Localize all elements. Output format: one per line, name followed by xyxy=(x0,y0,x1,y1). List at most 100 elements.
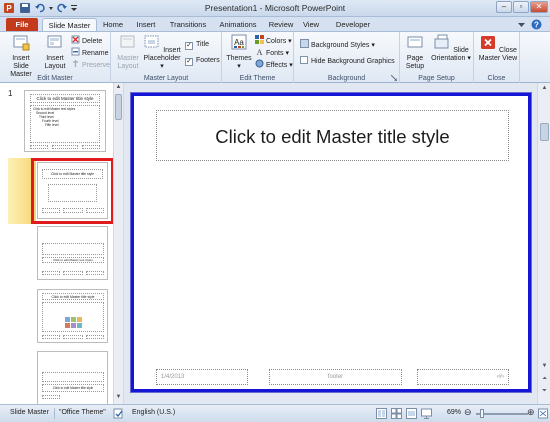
tab-view[interactable]: View xyxy=(300,18,322,32)
thumb-title-placeholder xyxy=(42,243,104,255)
thumb-date-placeholder xyxy=(42,271,60,275)
themes-button[interactable]: Aa Themes ▾ xyxy=(225,34,253,71)
thumb-date-placeholder xyxy=(30,145,48,149)
insert-placeholder-icon xyxy=(144,35,159,48)
fonts-button[interactable]: A Fonts ▾ xyxy=(255,47,289,57)
group-edit-theme: Aa Themes ▾ Colors ▾ A Fonts ▾ Effects ▾ E… xyxy=(222,32,294,83)
background-styles-button[interactable]: Background Styles ▾ xyxy=(300,39,375,49)
close-master-view-button[interactable]: Close Master View xyxy=(478,34,518,63)
colors-button[interactable]: Colors ▾ xyxy=(255,35,292,45)
tab-insert[interactable]: Insert xyxy=(133,18,159,32)
group-label-close: Close xyxy=(487,75,506,82)
group-label-master-layout: Master Layout xyxy=(143,75,189,82)
thumbnail-scroll-thumb[interactable] xyxy=(115,94,122,120)
status-language[interactable]: English (U.S.) xyxy=(132,409,175,416)
rename-icon xyxy=(71,47,80,56)
tab-slide-master[interactable]: Slide Master xyxy=(42,18,97,32)
thumb-text-placeholder: Click to edit Master text styles xyxy=(42,257,104,263)
thumb-footer-placeholder xyxy=(63,271,83,275)
effects-button[interactable]: Effects ▾ xyxy=(255,59,293,69)
zoom-out-icon[interactable]: ⊖ xyxy=(464,407,472,418)
footers-checkbox[interactable]: ✓ Footers xyxy=(185,56,220,66)
background-styles-icon xyxy=(300,39,309,48)
slide-thumbnail-pane: 1 Click to edit Master title style Click… xyxy=(0,83,123,404)
minimize-ribbon-icon[interactable] xyxy=(517,20,526,29)
fit-slide-to-window-icon[interactable] xyxy=(538,408,548,419)
ribbon: Insert Slide Master Insert Layout Delete… xyxy=(0,31,550,83)
scroll-down-icon[interactable]: ▼ xyxy=(540,363,549,369)
insert-layout-icon xyxy=(47,35,62,48)
tab-home[interactable]: Home xyxy=(99,18,127,32)
date-placeholder[interactable]: 1/4/2013 xyxy=(156,369,248,385)
minimize-button[interactable]: – xyxy=(496,1,512,13)
slide-sorter-view-icon[interactable] xyxy=(391,408,402,419)
hide-background-graphics-box[interactable] xyxy=(300,56,308,64)
slide-orientation-button[interactable]: Slide Orientation ▾ xyxy=(430,34,472,63)
thumb-footer-placeholder xyxy=(63,208,83,213)
svg-text:Aa: Aa xyxy=(234,38,244,47)
master-title-placeholder[interactable]: Click to edit Master title style xyxy=(156,110,509,161)
scroll-up-icon[interactable]: ▲ xyxy=(115,84,122,92)
next-slide-icon[interactable]: ⏷ xyxy=(540,388,549,395)
title-checkbox-box[interactable]: ✓ xyxy=(185,42,193,50)
thumb-footer-placeholder xyxy=(52,145,78,149)
previous-slide-icon[interactable]: ⏶ xyxy=(540,376,549,383)
master-layout-button[interactable]: Master Layout xyxy=(114,34,142,71)
thumb-body-placeholder: Click to edit Master text styles Second … xyxy=(30,105,100,143)
group-label-background: Background xyxy=(327,75,366,82)
footer-placeholder[interactable]: footer xyxy=(269,369,402,385)
thumb-subtitle-placeholder xyxy=(48,184,97,202)
dialog-launcher-icon[interactable] xyxy=(391,75,397,81)
status-theme-name[interactable]: "Office Theme" xyxy=(59,409,106,416)
scroll-down-icon[interactable]: ▼ xyxy=(115,394,122,402)
insert-placeholder-button[interactable]: Insert Placeholder ▾ xyxy=(142,34,182,71)
tab-review[interactable]: Review xyxy=(266,18,296,32)
normal-view-icon[interactable] xyxy=(376,408,387,419)
restore-button[interactable]: ▫ xyxy=(513,1,529,13)
tab-developer[interactable]: Developer xyxy=(332,18,374,32)
slide-scrollbar[interactable]: ▲ ▼ ⏶ ⏷ xyxy=(537,83,550,404)
window-title: Presentation1 - Microsoft PowerPoint xyxy=(204,3,346,13)
layout-thumbnail-section-header[interactable]: Click to edit Master text styles xyxy=(37,226,108,280)
close-window-button[interactable]: ✕ xyxy=(530,1,548,13)
colors-icon xyxy=(255,35,264,44)
footers-checkbox-box[interactable]: ✓ xyxy=(185,58,193,66)
layout-thumbnail-section[interactable]: Click to edit Master title style xyxy=(37,351,108,404)
thumb-number-placeholder xyxy=(86,208,104,213)
hide-background-graphics-checkbox[interactable]: Hide Background Graphics xyxy=(300,56,395,66)
zoom-slider-thumb[interactable] xyxy=(480,409,484,418)
fonts-icon: A xyxy=(257,48,263,57)
thumb-date-placeholder xyxy=(42,208,60,213)
spell-check-icon[interactable] xyxy=(113,408,124,419)
tab-file[interactable]: File xyxy=(6,18,38,32)
zoom-level[interactable]: 69% xyxy=(447,409,461,416)
title-checkbox[interactable]: ✓ Title xyxy=(185,40,209,50)
ribbon-tab-row: File Slide Master Home Insert Transition… xyxy=(0,17,550,32)
insert-layout-button[interactable]: Insert Layout xyxy=(42,34,68,71)
reading-view-icon[interactable] xyxy=(406,408,417,419)
thumb-title-placeholder: Click to edit Master title style xyxy=(42,384,104,392)
help-icon[interactable]: ? xyxy=(531,19,542,30)
delete-button[interactable]: Delete xyxy=(71,35,102,45)
tab-animations[interactable]: Animations xyxy=(216,18,260,32)
thumbnail-scrollbar[interactable]: ▲ ▼ xyxy=(113,83,123,404)
thumb-title-placeholder: Click to edit Master title style xyxy=(42,293,104,300)
rename-button[interactable]: Rename xyxy=(71,47,108,57)
slide-orientation-icon xyxy=(434,34,449,49)
preserve-pin-icon xyxy=(73,60,78,67)
tab-transitions[interactable]: Transitions xyxy=(166,18,210,32)
slide-number-placeholder[interactable]: ‹#› xyxy=(417,369,509,385)
group-background: Background Styles ▾ Hide Background Grap… xyxy=(294,32,400,83)
slide-canvas[interactable]: Click to edit Master title style 1/4/201… xyxy=(130,92,532,393)
layout-thumbnail-title-slide[interactable]: Click to edit Master title style xyxy=(37,162,108,219)
layout-thumbnail-title-content[interactable]: Click to edit Master title style xyxy=(37,289,108,343)
slide-show-view-icon[interactable] xyxy=(421,408,432,419)
thumb-body-placeholder xyxy=(42,372,104,382)
zoom-in-icon[interactable]: ⊕ xyxy=(527,407,535,418)
slide-master-thumbnail[interactable]: Click to edit Master title style Click t… xyxy=(24,90,106,152)
slide-scroll-thumb[interactable] xyxy=(540,123,549,141)
preserve-button[interactable]: Preserve xyxy=(71,59,110,69)
insert-slide-master-button[interactable]: Insert Slide Master xyxy=(5,34,37,79)
page-setup-button[interactable]: Page Setup xyxy=(402,34,428,71)
scroll-up-icon[interactable]: ▲ xyxy=(540,85,549,91)
